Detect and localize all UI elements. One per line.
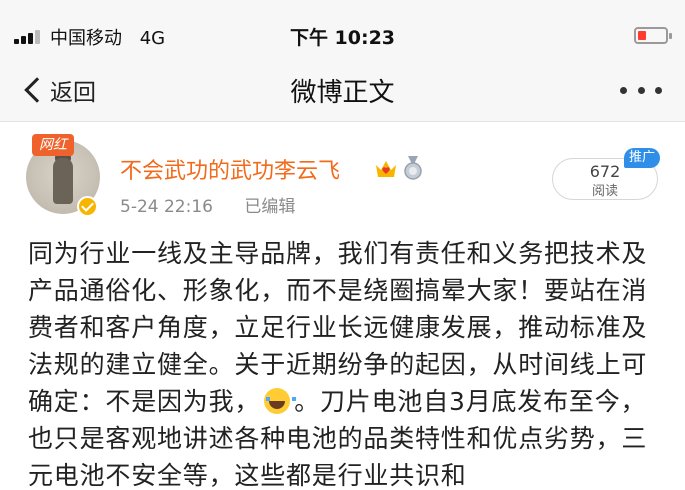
crown-heart-icon bbox=[376, 161, 396, 177]
chevron-left-icon bbox=[24, 77, 50, 103]
more-options-button[interactable] bbox=[620, 87, 662, 95]
username[interactable]: 不会武功的武功李云飞 bbox=[120, 153, 340, 185]
post-date: 5-24 22:16 bbox=[120, 197, 213, 217]
laugh-cry-emoji-icon bbox=[264, 388, 297, 414]
medal-icon bbox=[404, 156, 422, 180]
promo-badge[interactable]: 推广 bbox=[624, 148, 661, 168]
page-title: 微博正文 bbox=[290, 78, 395, 108]
verified-icon bbox=[77, 196, 98, 217]
wanghong-badge: 网红 bbox=[32, 134, 74, 156]
status-time: 下午 10:23 bbox=[289, 27, 396, 49]
post-body: 同为行业一线及主导品牌，我们有责任和义务把技术及产品通俗化、形象化，而不是绕圈搞… bbox=[28, 235, 668, 490]
more-dots-icon bbox=[620, 87, 627, 94]
nav-bar: 微博正文 返回 bbox=[0, 58, 685, 122]
edited-label: 已编辑 bbox=[244, 197, 296, 217]
back-button[interactable]: 返回 bbox=[20, 70, 96, 110]
battery-icon bbox=[634, 27, 672, 44]
back-label: 返回 bbox=[50, 80, 96, 106]
post-meta: 5-24 22:16 已编辑 bbox=[120, 192, 295, 217]
status-bar: 中国移动 4G 下午 10:23 bbox=[0, 0, 685, 58]
read-label: 阅读 bbox=[591, 184, 618, 199]
